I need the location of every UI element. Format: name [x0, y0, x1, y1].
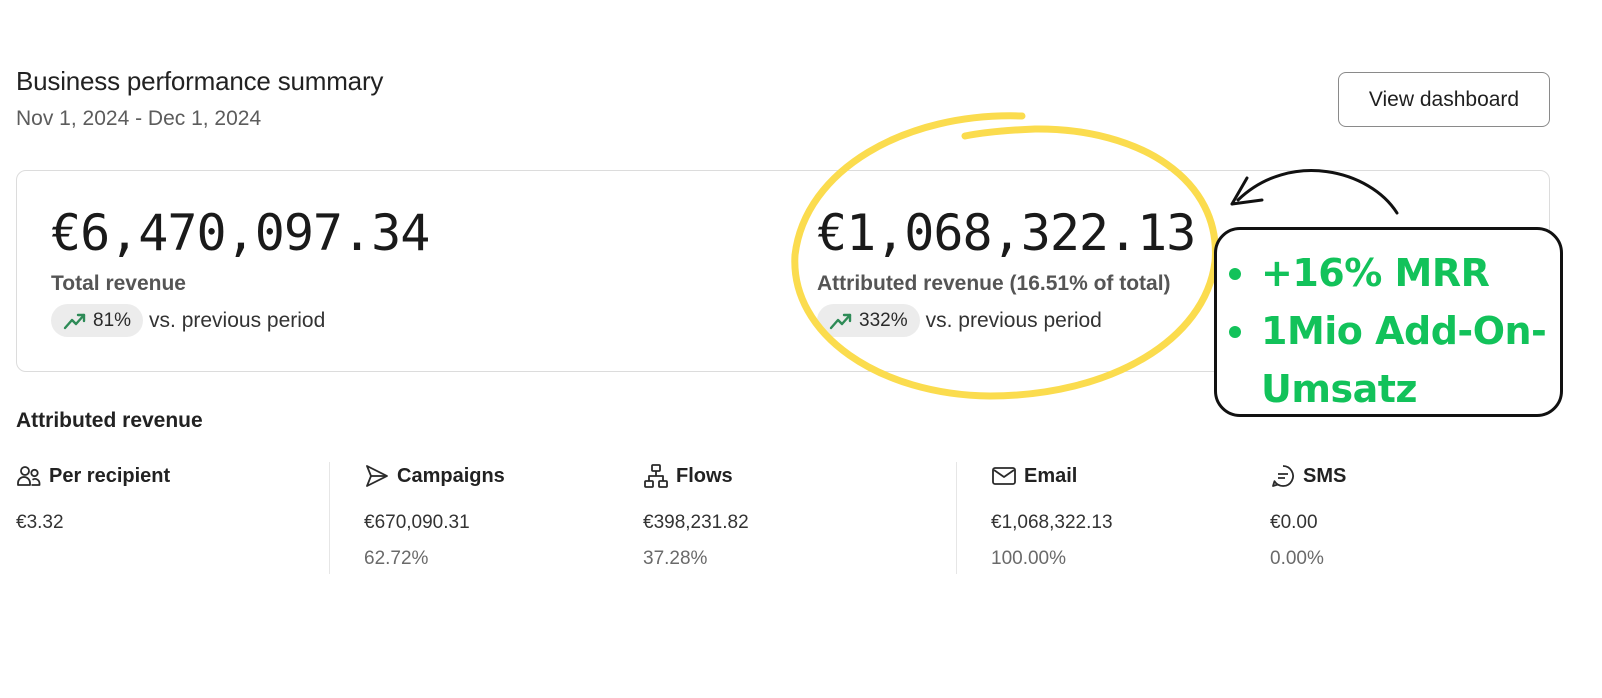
column-header: SMS [1270, 462, 1346, 490]
breakdown-campaigns: Campaigns €670,090.31 62.72% [364, 462, 505, 574]
trend-suffix: vs. previous period [925, 308, 1102, 332]
attributed-revenue-value: €1,068,322.13 [817, 204, 1196, 262]
column-header: Per recipient [16, 462, 170, 490]
column-percent: 0.00% [1270, 548, 1324, 569]
total-revenue-value: €6,470,097.34 [51, 204, 430, 262]
breakdown-sms: SMS €0.00 0.00% [1270, 462, 1346, 574]
flow-icon [644, 464, 668, 488]
trend-percent: 81% [93, 309, 132, 331]
attributed-revenue-metric: €1,068,322.13 Attributed revenue (16.51%… [817, 204, 1196, 337]
trend-badge: 332% [817, 304, 920, 337]
page-title: Business performance summary [16, 66, 384, 96]
callout-bullet-mrr: +16% MRR [1225, 244, 1560, 302]
column-header: Email [991, 462, 1113, 490]
column-value: €1,068,322.13 [991, 512, 1113, 533]
column-value: €670,090.31 [364, 512, 470, 533]
column-value: €0.00 [1270, 512, 1318, 533]
total-revenue-metric: €6,470,097.34 Total revenue 81% vs. prev… [51, 204, 430, 337]
annotation-callout: +16% MRR 1Mio Add-On-Umsatz [1214, 227, 1563, 417]
sms-icon [1272, 465, 1294, 487]
column-divider [329, 462, 330, 574]
trend-badge: 81% [51, 304, 144, 337]
column-label: Campaigns [397, 464, 505, 487]
breakdown-flows: Flows €398,231.82 37.28% [643, 462, 749, 574]
breakdown-email: Email €1,068,322.13 100.00% [991, 462, 1113, 574]
attributed-revenue-label: Attributed revenue (16.51% of total) [817, 272, 1171, 295]
send-icon [366, 465, 388, 487]
view-dashboard-button[interactable]: View dashboard [1338, 72, 1550, 127]
callout-bullet-addon: 1Mio Add-On-Umsatz [1225, 302, 1560, 418]
column-divider [956, 462, 957, 574]
people-icon [17, 466, 41, 486]
mail-icon [992, 467, 1016, 485]
attributed-section-title: Attributed revenue [16, 409, 203, 432]
column-value: €3.32 [16, 512, 64, 533]
trend-suffix: vs. previous period [149, 308, 326, 332]
column-value: €398,231.82 [643, 512, 749, 533]
column-percent: 62.72% [364, 548, 429, 569]
column-percent: 100.00% [991, 548, 1067, 569]
trending-up-icon [63, 313, 86, 329]
column-label: Email [1024, 464, 1078, 487]
attributed-revenue-trend: 332% vs. previous period [817, 304, 1195, 337]
callout-list: +16% MRR 1Mio Add-On-Umsatz [1217, 230, 1560, 418]
trend-percent: 332% [859, 309, 908, 331]
column-label: Per recipient [49, 464, 171, 487]
attributed-breakdown: Per recipient €3.32 Campaigns €670,090.3… [0, 462, 1602, 574]
trending-up-icon [829, 313, 852, 329]
column-label: Flows [676, 464, 733, 487]
date-range: Nov 1, 2024 - Dec 1, 2024 [16, 107, 262, 130]
breakdown-per-recipient: Per recipient €3.32 [16, 462, 170, 574]
total-revenue-trend: 81% vs. previous period [51, 304, 429, 337]
total-revenue-label: Total revenue [51, 272, 186, 295]
column-header: Flows [643, 462, 749, 490]
column-label: SMS [1303, 464, 1347, 487]
column-percent: 37.28% [643, 548, 708, 569]
column-header: Campaigns [364, 462, 505, 490]
